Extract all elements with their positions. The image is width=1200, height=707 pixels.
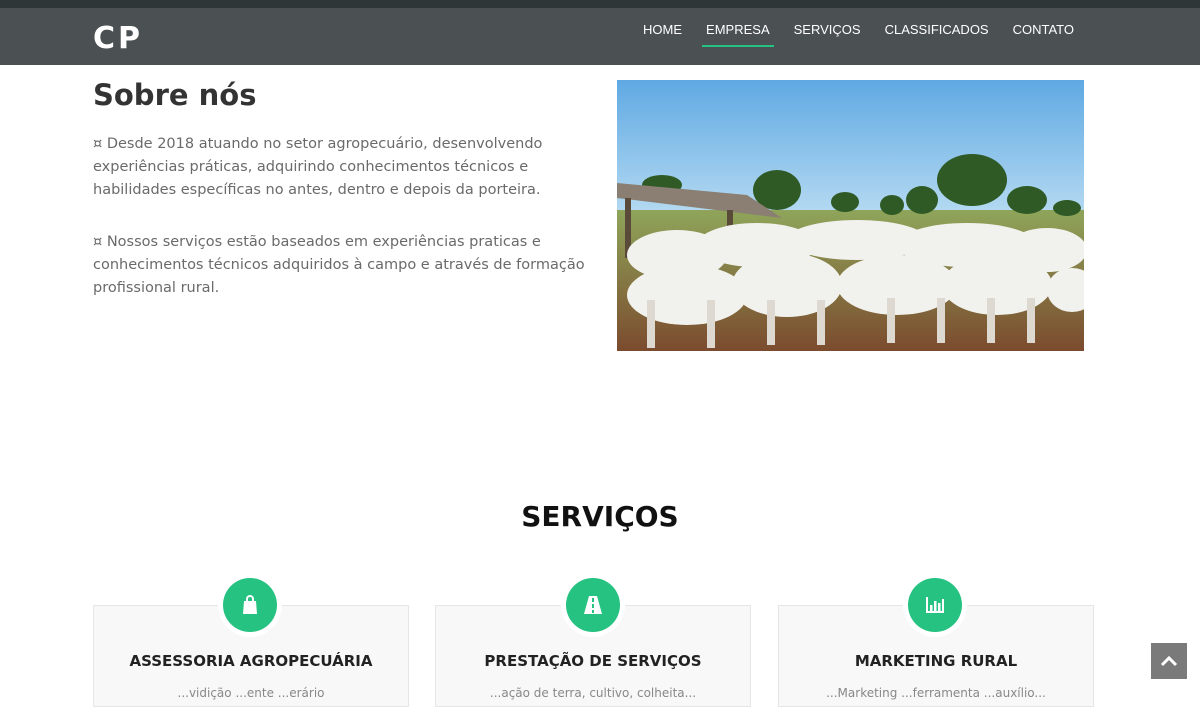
service-card-text: ...vidição ...ente ...erário (177, 686, 325, 700)
service-icon-wrapper (561, 573, 625, 637)
top-strip (0, 0, 1200, 8)
about-paragraph-1: ¤ Desde 2018 atuando no setor agropecuár… (93, 136, 543, 198)
cattle-photo (617, 80, 1084, 351)
services-title: SERVIÇOS (521, 500, 679, 533)
nav-item-classificados[interactable]: CLASSIFICADOS (873, 8, 1001, 65)
nav-item-servicos[interactable]: SERVIÇOS (782, 8, 873, 65)
chevron-up-icon (1160, 655, 1178, 667)
road-icon (566, 578, 620, 632)
about-paragraph-2: ¤ Nossos serviços estão baseados em expe… (93, 234, 585, 296)
service-card-title: MARKETING RURAL (854, 652, 1018, 670)
logo[interactable]: CP (93, 21, 143, 56)
nav-item-contato[interactable]: CONTATO (1001, 8, 1086, 65)
service-card-title: ASSESSORIA AGROPECUÁRIA (129, 652, 373, 670)
shopping-bag-icon (223, 578, 277, 632)
bar-chart-icon (908, 578, 962, 632)
scroll-to-top-button[interactable] (1151, 643, 1187, 679)
navbar: CP HOME EMPRESA SERVIÇOS CLASSIFICADOS C… (0, 8, 1200, 65)
service-card-title: PRESTAÇÃO DE SERVIÇOS (484, 652, 702, 670)
about-title: Sobre nós (93, 78, 257, 112)
service-card-text: ...ação de terra, cultivo, colheita... (489, 686, 697, 700)
service-icon-wrapper (218, 573, 282, 637)
service-icon-wrapper (903, 573, 967, 637)
main-nav: HOME EMPRESA SERVIÇOS CLASSIFICADOS CONT… (631, 8, 1086, 65)
nav-item-empresa[interactable]: EMPRESA (694, 8, 782, 65)
nav-item-home[interactable]: HOME (631, 8, 694, 65)
service-card-text: ...Marketing ...ferramenta ...auxílio... (826, 686, 1046, 700)
